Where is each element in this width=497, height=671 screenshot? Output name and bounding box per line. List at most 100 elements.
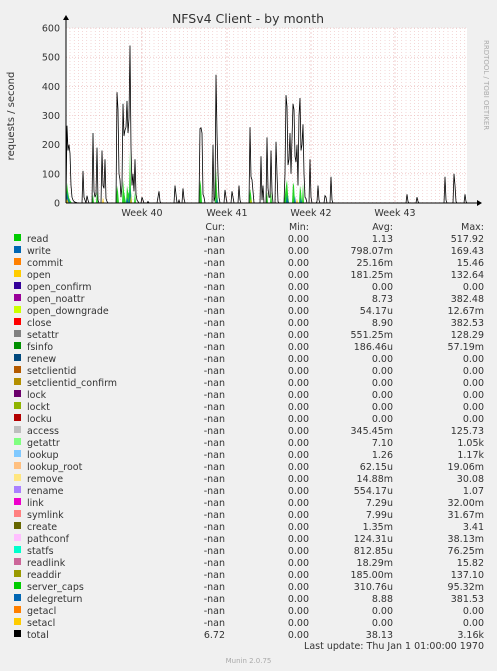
y-axis-label: requests / second bbox=[6, 72, 17, 161]
legend-max: 31.67m bbox=[447, 510, 484, 521]
legend-name: link bbox=[27, 498, 44, 509]
legend-min: 0.00 bbox=[287, 474, 309, 485]
legend-avg: 25.16m bbox=[356, 258, 393, 269]
legend-swatch bbox=[14, 594, 21, 601]
legend-row: setclientid_confirm -nan 0.00 0.00 0.00 bbox=[0, 378, 497, 390]
legend-swatch bbox=[14, 606, 21, 613]
legend-max: 32.00m bbox=[447, 498, 484, 509]
legend-name: readlink bbox=[27, 558, 66, 569]
legend-avg: 551.25m bbox=[350, 330, 394, 341]
legend-swatch bbox=[14, 390, 21, 397]
legend-avg: 54.17u bbox=[359, 306, 393, 317]
legend-avg: 0.00 bbox=[371, 366, 393, 377]
legend-swatch bbox=[14, 282, 21, 289]
legend-row: setclientid -nan 0.00 0.00 0.00 bbox=[0, 366, 497, 378]
y-tick-label: 100 bbox=[42, 169, 60, 180]
legend-name: locku bbox=[27, 414, 52, 425]
legend-avg: 7.10 bbox=[371, 438, 393, 449]
legend-min: 0.00 bbox=[287, 618, 309, 629]
last-update: Last update: Thu Jan 1 01:00:00 1970 bbox=[304, 641, 484, 652]
legend-row: link -nan 0.00 7.29u 32.00m bbox=[0, 498, 497, 510]
legend-max: 38.13m bbox=[447, 534, 484, 545]
legend-cur: -nan bbox=[203, 318, 225, 329]
legend-row: lookup_root -nan 0.00 62.15u 19.06m bbox=[0, 462, 497, 474]
legend-min: 0.00 bbox=[287, 486, 309, 497]
legend-cur: -nan bbox=[203, 498, 225, 509]
legend-cur: -nan bbox=[203, 258, 225, 269]
legend-cur: -nan bbox=[203, 462, 225, 473]
legend-row: access -nan 0.00 345.45m 125.73 bbox=[0, 426, 497, 438]
legend-name: write bbox=[27, 246, 51, 257]
legend-min: 0.00 bbox=[287, 258, 309, 269]
chart-title: NFSv4 Client - by month bbox=[172, 11, 324, 26]
legend-min: 0.00 bbox=[287, 594, 309, 605]
legend-avg: 8.73 bbox=[371, 294, 393, 305]
legend-min: 0.00 bbox=[287, 414, 309, 425]
legend-min: 0.00 bbox=[287, 270, 309, 281]
legend-cur: -nan bbox=[203, 246, 225, 257]
legend-name: fsinfo bbox=[27, 342, 54, 353]
col-max: Max: bbox=[461, 222, 484, 233]
legend-min: 0.00 bbox=[287, 438, 309, 449]
legend-swatch bbox=[14, 246, 21, 253]
legend-cur: -nan bbox=[203, 582, 225, 593]
legend-name: setacl bbox=[27, 618, 56, 629]
legend-cur: -nan bbox=[203, 522, 225, 533]
legend-name: statfs bbox=[27, 546, 54, 557]
legend-header: Cur: Min: Avg: Max: bbox=[0, 222, 497, 234]
legend-max: 0.00 bbox=[462, 414, 484, 425]
legend-min: 0.00 bbox=[287, 342, 309, 353]
legend-avg: 0.00 bbox=[371, 402, 393, 413]
legend-avg: 0.00 bbox=[371, 282, 393, 293]
legend-avg: 185.00m bbox=[350, 570, 394, 581]
legend-swatch bbox=[14, 630, 21, 637]
legend-name: setattr bbox=[27, 330, 59, 341]
legend-avg: 1.35m bbox=[362, 522, 393, 533]
legend-swatch bbox=[14, 498, 21, 505]
legend-row: open_noattr -nan 0.00 8.73 382.48 bbox=[0, 294, 497, 306]
legend-swatch bbox=[14, 294, 21, 301]
legend-swatch bbox=[14, 474, 21, 481]
legend-row: getacl -nan 0.00 0.00 0.00 bbox=[0, 606, 497, 618]
legend-swatch bbox=[14, 258, 21, 265]
legend-row: statfs -nan 0.00 812.85u 76.25m bbox=[0, 546, 497, 558]
legend-swatch bbox=[14, 450, 21, 457]
legend-max: 15.82 bbox=[456, 558, 484, 569]
legend-name: lookup_root bbox=[27, 462, 83, 473]
legend-swatch bbox=[14, 306, 21, 313]
footer: Munin 2.0.75 bbox=[225, 657, 272, 665]
legend-name: open_downgrade bbox=[27, 306, 109, 317]
legend-min: 0.00 bbox=[287, 546, 309, 557]
legend-avg: 0.00 bbox=[371, 354, 393, 365]
legend-min: 0.00 bbox=[287, 582, 309, 593]
legend-max: 1.05k bbox=[457, 438, 484, 449]
legend-min: 0.00 bbox=[287, 282, 309, 293]
legend-avg: 798.07m bbox=[350, 246, 394, 257]
legend-swatch bbox=[14, 342, 21, 349]
legend-avg: 8.88 bbox=[371, 594, 393, 605]
legend-row: fsinfo -nan 0.00 186.46u 57.19m bbox=[0, 342, 497, 354]
legend-name: total bbox=[27, 630, 49, 641]
legend-avg: 8.90 bbox=[371, 318, 393, 329]
legend-name: access bbox=[27, 426, 60, 437]
legend-cur: -nan bbox=[203, 390, 225, 401]
y-tick-label: 500 bbox=[42, 53, 60, 64]
legend-cur: -nan bbox=[203, 474, 225, 485]
legend-max: 132.64 bbox=[450, 270, 484, 281]
legend-max: 76.25m bbox=[447, 546, 484, 557]
legend-name: create bbox=[27, 522, 58, 533]
y-axis-arrow bbox=[63, 15, 69, 20]
legend-name: lockt bbox=[27, 402, 50, 413]
legend-row: open_confirm -nan 0.00 0.00 0.00 bbox=[0, 282, 497, 294]
legend-max: 3.41 bbox=[462, 522, 484, 533]
legend-min: 0.00 bbox=[287, 510, 309, 521]
legend-cur: -nan bbox=[203, 330, 225, 341]
legend-swatch bbox=[14, 378, 21, 385]
legend-min: 0.00 bbox=[287, 498, 309, 509]
legend-name: getacl bbox=[27, 606, 57, 617]
legend-cur: -nan bbox=[203, 306, 225, 317]
legend-cur: -nan bbox=[203, 414, 225, 425]
legend-swatch bbox=[14, 534, 21, 541]
legend-avg: 812.85u bbox=[353, 546, 393, 557]
legend-cur: -nan bbox=[203, 438, 225, 449]
